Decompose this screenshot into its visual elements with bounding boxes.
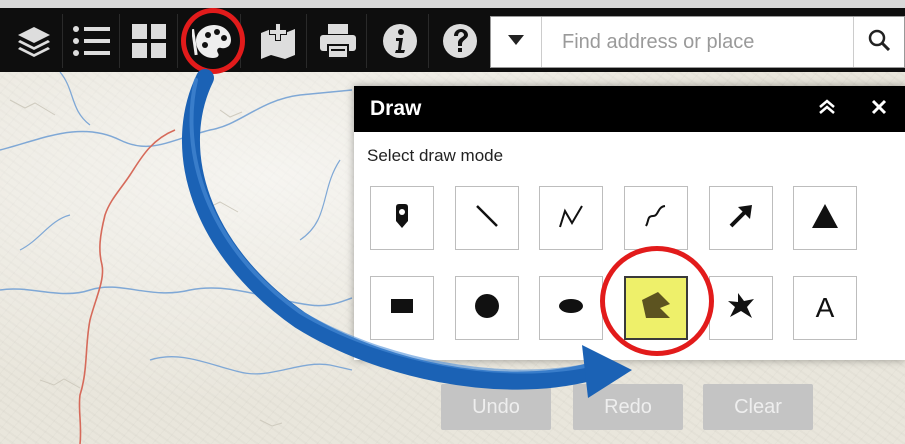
search-input[interactable] — [542, 17, 853, 67]
line-tool[interactable] — [455, 186, 519, 250]
undo-button[interactable]: Undo — [441, 384, 551, 430]
add-map-icon — [259, 23, 297, 59]
line-icon — [472, 201, 502, 236]
rectangle-tool[interactable] — [370, 276, 434, 340]
freehand-line-icon — [641, 201, 671, 236]
draw-mode-label: Select draw mode — [367, 146, 504, 165]
arrow-tool[interactable] — [709, 186, 773, 250]
search-button[interactable] — [853, 17, 904, 67]
polyline-icon — [556, 201, 586, 236]
pin-icon — [394, 203, 410, 233]
caret-down-icon — [507, 33, 525, 51]
top-toolbar — [0, 0, 905, 72]
draw-button-highlight-ring — [181, 8, 245, 74]
polygon-tool-highlight-ring — [600, 246, 714, 356]
basemap-button[interactable] — [121, 14, 178, 68]
printer-icon — [319, 23, 357, 59]
about-button[interactable] — [372, 14, 429, 68]
circle-tool[interactable] — [455, 276, 519, 340]
arrow-icon — [726, 201, 756, 236]
help-icon — [442, 23, 478, 59]
grid-icon — [131, 23, 167, 59]
triangle-tool[interactable] — [793, 186, 857, 250]
freehand-polygon-icon — [726, 291, 756, 326]
polyline-tool[interactable] — [539, 186, 603, 250]
triangle-icon — [810, 202, 840, 235]
ellipse-tool[interactable] — [539, 276, 603, 340]
freehand-line-tool[interactable] — [624, 186, 688, 250]
draw-panel-title: Draw — [370, 97, 422, 120]
draw-panel-header: Draw — [354, 86, 905, 132]
search-source-dropdown[interactable] — [491, 17, 542, 67]
redo-button[interactable]: Redo — [573, 384, 683, 430]
layers-button[interactable] — [6, 14, 63, 68]
collapse-panel-button[interactable] — [801, 86, 853, 132]
layers-icon — [16, 23, 52, 59]
clear-button[interactable]: Clear — [703, 384, 813, 430]
print-button[interactable] — [310, 14, 367, 68]
text-tool[interactable]: A — [793, 276, 857, 340]
close-icon — [871, 99, 887, 120]
list-icon — [72, 24, 110, 58]
info-icon — [382, 23, 418, 59]
chevrons-up-icon — [818, 98, 836, 120]
text-icon: A — [815, 292, 835, 323]
ellipse-icon — [558, 298, 584, 319]
point-tool[interactable] — [370, 186, 434, 250]
add-data-button[interactable] — [250, 14, 307, 68]
freehand-polygon-tool[interactable] — [709, 276, 773, 340]
close-panel-button[interactable] — [853, 86, 905, 132]
circle-icon — [474, 293, 500, 324]
toolbar-top-strip — [0, 0, 905, 8]
search-icon — [868, 29, 891, 56]
rectangle-icon — [390, 298, 414, 319]
help-button[interactable] — [432, 14, 488, 68]
legend-button[interactable] — [63, 14, 120, 68]
search-box — [490, 16, 905, 68]
